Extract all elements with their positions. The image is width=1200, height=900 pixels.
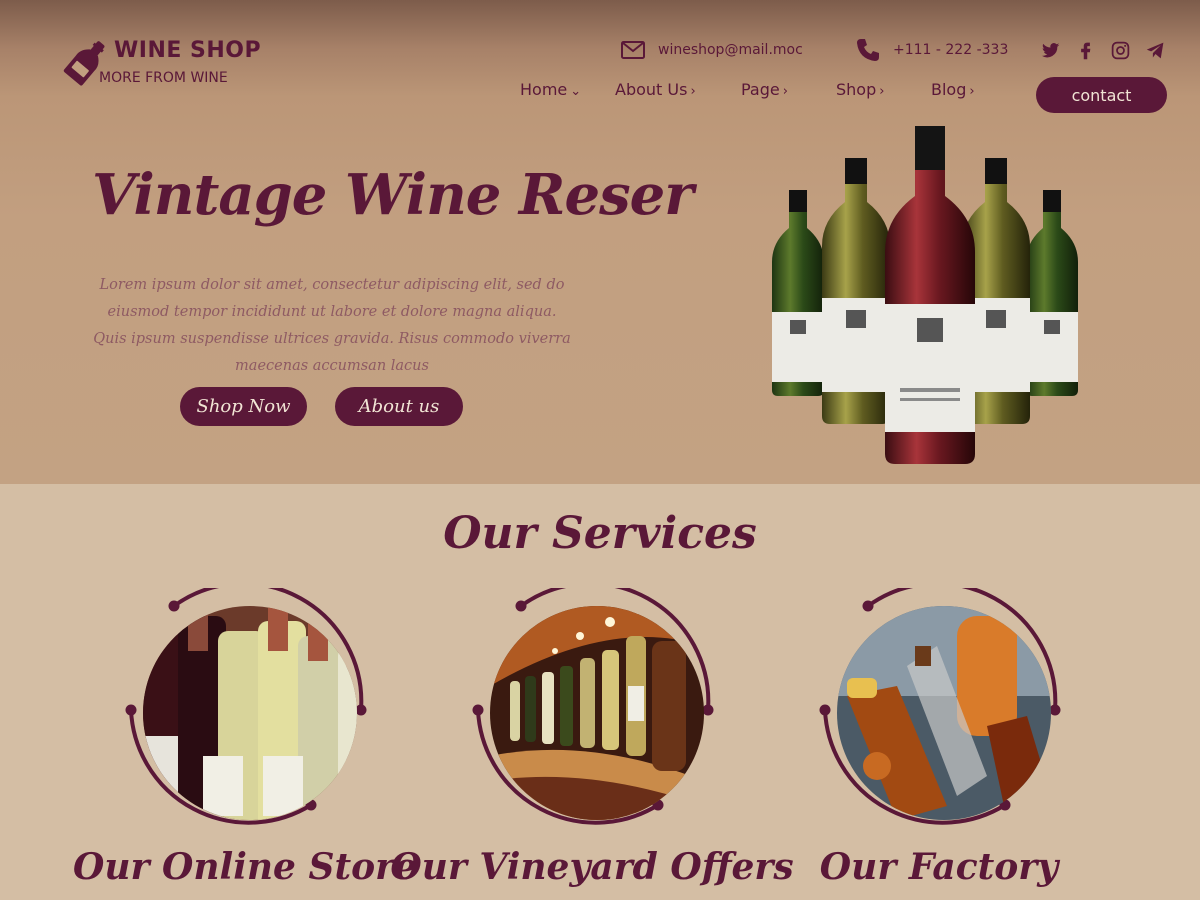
social-links bbox=[1040, 40, 1166, 61]
contact-phone[interactable]: +111 - 222 -333 bbox=[855, 36, 1008, 64]
service-image-frame bbox=[125, 588, 375, 838]
nav-shop[interactable]: Shop › bbox=[836, 80, 884, 99]
chevron-right-icon: › bbox=[782, 84, 788, 99]
chevron-right-icon: › bbox=[879, 84, 885, 99]
email-text: wineshop@mail.moc bbox=[658, 42, 803, 58]
phone-icon bbox=[857, 39, 879, 61]
brand-tagline: MORE FROM WINE bbox=[99, 70, 228, 86]
contact-email[interactable]: wineshop@mail.moc bbox=[620, 36, 803, 64]
factory-photo bbox=[837, 606, 1051, 820]
phone-text: +111 - 222 -333 bbox=[893, 42, 1009, 58]
nav-home[interactable]: Home ⌄ bbox=[520, 80, 581, 99]
contact-button[interactable]: contact bbox=[1036, 77, 1167, 113]
service-card-vineyard-offers[interactable]: Our Vineyard Offers bbox=[390, 588, 794, 900]
online-store-photo bbox=[143, 606, 357, 820]
mail-icon bbox=[621, 41, 645, 59]
hero-description: Lorem ipsum dolor sit amet, consectetur … bbox=[93, 277, 571, 374]
brand-name: WINE SHOP bbox=[114, 38, 262, 63]
chevron-down-icon: ⌄ bbox=[570, 84, 582, 99]
hero-section: WINE SHOP MORE FROM WINE wineshop@mail.m… bbox=[0, 0, 1200, 484]
service-image-frame bbox=[819, 588, 1069, 838]
services-section: Our Services Our Online Store Our Vineya… bbox=[0, 484, 1200, 900]
service-card-factory[interactable]: Our Factory bbox=[769, 588, 1089, 900]
nav-about-us[interactable]: About Us › bbox=[615, 80, 696, 99]
facebook-icon[interactable] bbox=[1075, 40, 1096, 61]
service-card-online-store[interactable]: Our Online Store bbox=[73, 588, 417, 900]
shop-now-button[interactable]: Shop Now bbox=[180, 387, 307, 426]
instagram-icon[interactable] bbox=[1110, 40, 1131, 61]
service-name: Our Factory bbox=[819, 846, 1059, 888]
wine-bottles-image bbox=[772, 126, 1078, 464]
nav-page[interactable]: Page › bbox=[741, 80, 788, 99]
services-title: Our Services bbox=[443, 508, 757, 559]
vineyard-offers-photo bbox=[490, 606, 704, 820]
nav-blog[interactable]: Blog › bbox=[931, 80, 975, 99]
service-image-frame bbox=[472, 588, 722, 838]
twitter-icon[interactable] bbox=[1040, 40, 1061, 61]
chevron-right-icon: › bbox=[969, 84, 975, 99]
telegram-icon[interactable] bbox=[1145, 40, 1166, 61]
about-us-button[interactable]: About us bbox=[335, 387, 463, 426]
chevron-right-icon: › bbox=[690, 84, 696, 99]
brand-logo[interactable]: WINE SHOP MORE FROM WINE bbox=[62, 36, 292, 92]
hero-title: Vintage Wine Reser bbox=[92, 162, 694, 228]
